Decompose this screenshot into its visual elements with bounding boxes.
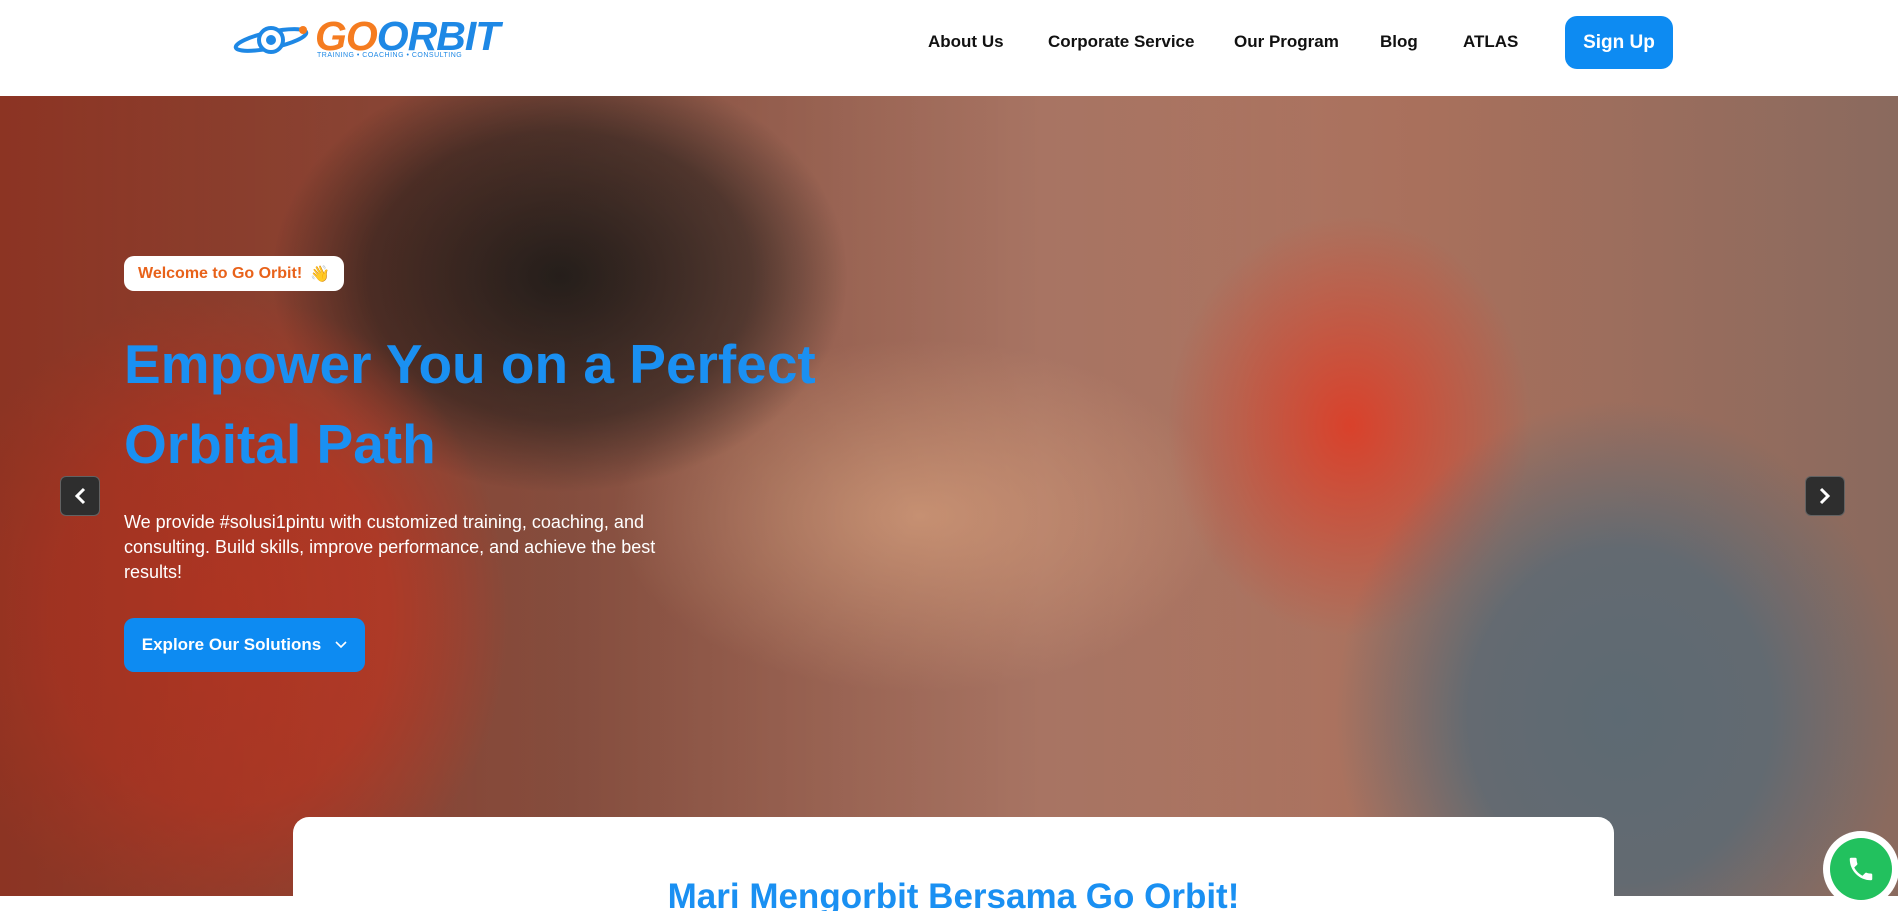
nav-corporate-service[interactable]: Corporate Service bbox=[1048, 32, 1194, 52]
chevron-right-icon bbox=[1819, 487, 1831, 505]
hero-description: We provide #solusi1pintu with customized… bbox=[124, 512, 656, 582]
section-title: Mari Mengorbit Bersama Go Orbit! bbox=[667, 877, 1240, 911]
logo-tagline: TRAINING • COACHING • CONSULTING bbox=[317, 52, 463, 59]
welcome-badge: Welcome to Go Orbit! 👋 bbox=[124, 256, 345, 291]
nav-atlas[interactable]: ATLAS bbox=[1463, 32, 1518, 52]
chevron-down-icon bbox=[335, 638, 347, 652]
carousel-next-button[interactable] bbox=[1805, 476, 1845, 516]
hero-carousel: Welcome to Go Orbit! 👋 Empower You on a … bbox=[0, 96, 1898, 896]
whatsapp-button[interactable] bbox=[1823, 831, 1898, 907]
chevron-left-icon bbox=[74, 487, 86, 505]
hero-background-photo bbox=[0, 96, 1898, 896]
explore-solutions-label: Explore Our Solutions bbox=[141, 635, 322, 654]
nav-our-program[interactable]: Our Program bbox=[1234, 32, 1339, 52]
whatsapp-icon bbox=[1830, 838, 1892, 900]
waving-hand-icon: 👋 bbox=[310, 265, 331, 283]
sign-up-button[interactable]: Sign Up bbox=[1565, 16, 1673, 69]
welcome-badge-text: Welcome to Go Orbit! bbox=[138, 264, 303, 282]
hero-title: Empower You on a Perfect Orbital Path bbox=[124, 333, 816, 475]
logo-wordmark: GOORBIT bbox=[315, 16, 500, 57]
explore-solutions-button[interactable]: Explore Our Solutions bbox=[124, 618, 365, 672]
intro-card: Mari Mengorbit Bersama Go Orbit! bbox=[293, 817, 1614, 911]
carousel-prev-button[interactable] bbox=[60, 476, 100, 516]
site-header: GOORBIT TRAINING • COACHING • CONSULTING… bbox=[0, 0, 1898, 96]
nav-about-us[interactable]: About Us bbox=[928, 32, 1004, 52]
orbit-logo-icon bbox=[233, 26, 309, 54]
nav-blog[interactable]: Blog bbox=[1380, 32, 1418, 52]
goorbit-logo[interactable]: GOORBIT TRAINING • COACHING • CONSULTING bbox=[231, 16, 500, 60]
